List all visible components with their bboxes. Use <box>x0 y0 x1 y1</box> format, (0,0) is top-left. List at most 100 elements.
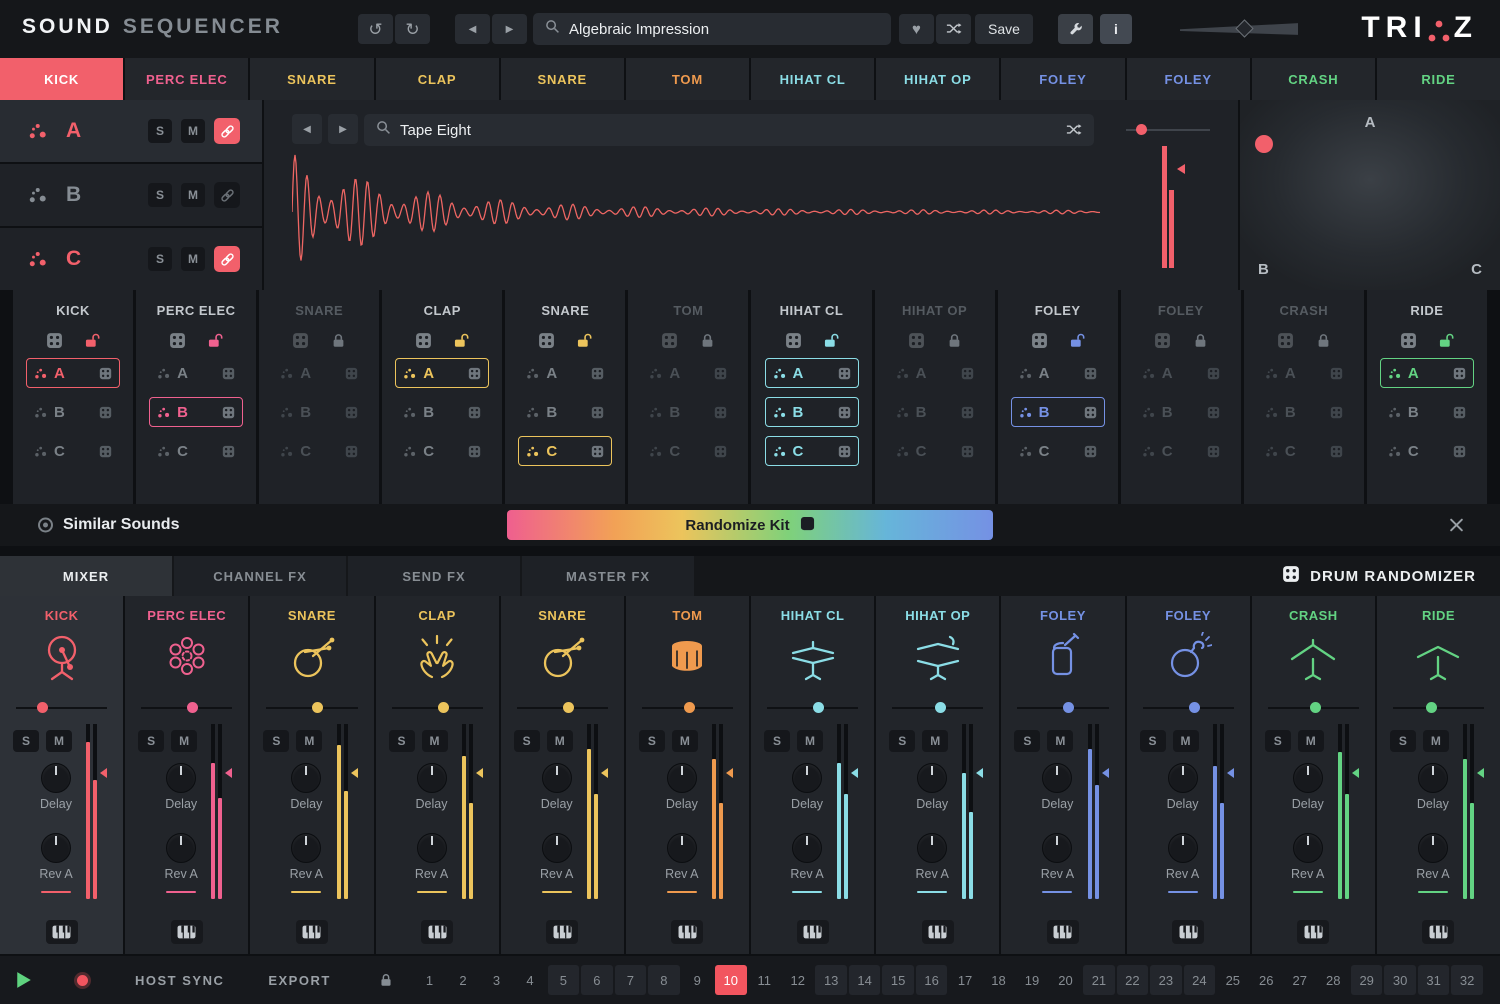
master-volume-slider[interactable] <box>1180 22 1298 36</box>
lock-icon[interactable] <box>379 973 393 987</box>
grid-cell-foley-b[interactable]: B <box>1134 397 1228 427</box>
row-dice-icon[interactable] <box>961 367 974 380</box>
track-tab-snare-3[interactable]: SNARE <box>250 58 373 100</box>
lock-icon[interactable] <box>700 333 715 348</box>
reverb-send-knob[interactable] <box>917 833 947 863</box>
row-dice-icon[interactable] <box>99 445 112 458</box>
reverb-send-knob[interactable] <box>1293 833 1323 863</box>
row-dice-icon[interactable] <box>468 445 481 458</box>
column-dice-icon[interactable] <box>661 332 678 349</box>
keyboard-button[interactable] <box>296 920 328 944</box>
meter-peak-marker[interactable] <box>726 768 733 778</box>
grid-cell-clap-a[interactable]: A <box>395 358 489 388</box>
step-4[interactable]: 4 <box>514 965 545 995</box>
row-dice-icon[interactable] <box>345 406 358 419</box>
grid-cell-snare-c[interactable]: C <box>272 436 366 466</box>
slider-handle[interactable] <box>1063 702 1074 713</box>
reverb-send-knob[interactable] <box>417 833 447 863</box>
step-3[interactable]: 3 <box>481 965 512 995</box>
track-tab-foley-9[interactable]: FOLEY <box>1001 58 1124 100</box>
grid-cell-foley-b[interactable]: B <box>1011 397 1105 427</box>
volume-slider[interactable] <box>1393 701 1484 715</box>
delay-send-knob[interactable] <box>291 763 321 793</box>
row-dice-icon[interactable] <box>591 406 604 419</box>
grid-cell-snare-a[interactable]: A <box>272 358 366 388</box>
randomize-preset-button[interactable] <box>936 14 971 44</box>
meter-peak-marker[interactable] <box>1477 768 1484 778</box>
grid-cell-kick-b[interactable]: B <box>26 397 120 427</box>
solo-button[interactable]: S <box>514 730 540 752</box>
row-dice-icon[interactable] <box>1084 406 1097 419</box>
redo-button[interactable]: ↻ <box>395 14 430 44</box>
keyboard-button[interactable] <box>546 920 578 944</box>
row-dice-icon[interactable] <box>468 406 481 419</box>
row-dice-icon[interactable] <box>1207 367 1220 380</box>
keyboard-button[interactable] <box>46 920 78 944</box>
keyboard-button[interactable] <box>421 920 453 944</box>
grid-cell-foley-c[interactable]: C <box>1011 436 1105 466</box>
grid-cell-ride-b[interactable]: B <box>1380 397 1474 427</box>
slider-handle[interactable] <box>1235 19 1253 37</box>
step-22[interactable]: 22 <box>1117 965 1148 995</box>
grid-cell-perc-elec-b[interactable]: B <box>149 397 243 427</box>
step-14[interactable]: 14 <box>849 965 880 995</box>
similar-sounds-radio[interactable] <box>38 518 53 533</box>
meter-peak-marker[interactable] <box>225 768 232 778</box>
grid-cell-kick-c[interactable]: C <box>26 436 120 466</box>
keyboard-button[interactable] <box>1422 920 1454 944</box>
column-dice-icon[interactable] <box>292 332 309 349</box>
mute-button[interactable]: M <box>171 730 197 752</box>
row-dice-icon[interactable] <box>222 406 235 419</box>
randomize-kit-button[interactable]: Randomize Kit <box>507 510 993 540</box>
row-dice-icon[interactable] <box>714 367 727 380</box>
layer-row-a[interactable]: ASM <box>0 100 262 162</box>
layer-solo-button[interactable]: S <box>148 247 172 271</box>
export-button[interactable]: EXPORT <box>268 973 330 988</box>
meter-peak-marker[interactable] <box>1352 768 1359 778</box>
column-dice-icon[interactable] <box>415 332 432 349</box>
track-tab-ride-12[interactable]: RIDE <box>1377 58 1500 100</box>
solo-button[interactable]: S <box>1390 730 1416 752</box>
info-button[interactable]: i <box>1100 14 1132 44</box>
step-9[interactable]: 9 <box>682 965 713 995</box>
layer-link-button[interactable] <box>214 246 240 272</box>
grid-cell-foley-a[interactable]: A <box>1134 358 1228 388</box>
column-dice-icon[interactable] <box>908 332 925 349</box>
step-6[interactable]: 6 <box>581 965 612 995</box>
slider-handle[interactable] <box>1136 124 1147 135</box>
volume-slider[interactable] <box>1143 701 1234 715</box>
unlock-icon[interactable] <box>1070 333 1085 348</box>
step-7[interactable]: 7 <box>615 965 646 995</box>
step-13[interactable]: 13 <box>815 965 846 995</box>
meter-peak-marker[interactable] <box>1177 164 1185 174</box>
reverb-send-knob[interactable] <box>41 833 71 863</box>
delay-send-knob[interactable] <box>1293 763 1323 793</box>
row-dice-icon[interactable] <box>838 445 851 458</box>
row-dice-icon[interactable] <box>1330 445 1343 458</box>
grid-cell-clap-c[interactable]: C <box>395 436 489 466</box>
solo-button[interactable]: S <box>389 730 415 752</box>
reverb-send-knob[interactable] <box>667 833 697 863</box>
volume-slider[interactable] <box>1017 701 1108 715</box>
step-11[interactable]: 11 <box>749 965 780 995</box>
meter-peak-marker[interactable] <box>1227 768 1234 778</box>
reverb-send-knob[interactable] <box>792 833 822 863</box>
grid-cell-crash-b[interactable]: B <box>1257 397 1351 427</box>
track-tab-crash-11[interactable]: CRASH <box>1252 58 1375 100</box>
lock-icon[interactable] <box>1193 333 1208 348</box>
delay-send-knob[interactable] <box>1042 763 1072 793</box>
row-dice-icon[interactable] <box>1330 406 1343 419</box>
grid-cell-tom-a[interactable]: A <box>641 358 735 388</box>
grid-cell-snare-c[interactable]: C <box>518 436 612 466</box>
row-dice-icon[interactable] <box>222 367 235 380</box>
step-23[interactable]: 23 <box>1150 965 1181 995</box>
mute-button[interactable]: M <box>797 730 823 752</box>
step-15[interactable]: 15 <box>882 965 913 995</box>
close-icon[interactable] <box>1449 518 1464 533</box>
grid-cell-foley-c[interactable]: C <box>1134 436 1228 466</box>
slider-handle[interactable] <box>1189 702 1200 713</box>
step-12[interactable]: 12 <box>782 965 813 995</box>
track-tab-perc-elec-2[interactable]: PERC ELEC <box>125 58 248 100</box>
grid-cell-kick-a[interactable]: A <box>26 358 120 388</box>
next-preset-button[interactable]: ▶ <box>492 14 527 44</box>
